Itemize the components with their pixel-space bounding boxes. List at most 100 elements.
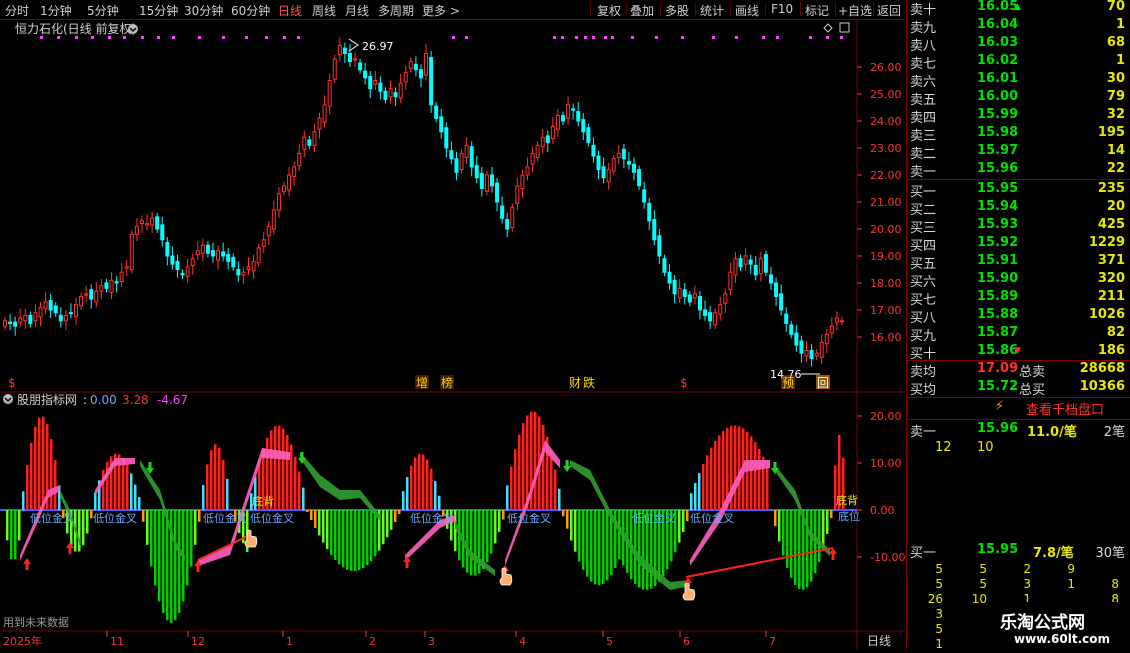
event-marker[interactable]: $ <box>8 376 16 390</box>
event-marker[interactable]: 财 <box>569 376 581 390</box>
candle-body <box>185 266 190 277</box>
toolbar-divider <box>765 2 766 17</box>
level1000-button[interactable]: ⚡ 查看千档盘口 <box>907 398 1130 418</box>
histogram-bar <box>786 510 789 568</box>
signal-dot <box>762 36 765 39</box>
histogram-bar <box>142 510 145 522</box>
tab-more[interactable]: 更多 > <box>422 2 460 19</box>
draw-line-button[interactable]: 画线 <box>735 2 759 19</box>
price-tick-label: 19.00 <box>870 250 902 263</box>
candle-body <box>74 304 79 318</box>
bid-row[interactable]: 买三 15.93 425 <box>907 217 1130 236</box>
candle-body <box>119 271 124 283</box>
ask-row[interactable]: 卖七 16.02 1 <box>907 53 1130 72</box>
bid-row[interactable]: 买五 15.91 371 <box>907 253 1130 272</box>
kline-chart[interactable]: 恒力石化(日线 前复权) 26.0025.0024.0023.0022.0021… <box>0 20 905 650</box>
period-label[interactable]: 日线 <box>867 634 891 648</box>
ask-row[interactable]: 卖五 16.00 79 <box>907 89 1130 108</box>
histogram-bar <box>346 510 349 570</box>
tab-fenshi[interactable]: 分时 <box>5 2 29 19</box>
bid1-queue-item: 5 <box>935 577 943 591</box>
tab-15min[interactable]: 15分钟 <box>139 2 178 19</box>
f10-button[interactable]: F10 <box>771 2 793 16</box>
histogram-bar <box>618 510 621 560</box>
ask-row[interactable]: 卖八 16.03 68 <box>907 35 1130 54</box>
histogram-bar <box>794 510 797 585</box>
add-watchlist-button[interactable]: +自选 <box>838 2 872 19</box>
arrow-up-icon <box>829 548 837 560</box>
candle-body <box>28 314 33 324</box>
high-price-label: 26.97 <box>362 40 394 53</box>
indicator-dropdown-icon[interactable] <box>3 394 13 404</box>
ask-row[interactable]: 卖三 15.98 195 <box>907 125 1130 144</box>
overlay-button[interactable]: 叠加 <box>630 2 654 19</box>
candle-body <box>48 300 53 311</box>
mark-button[interactable]: 标记 <box>805 2 829 19</box>
candle-body <box>637 169 642 187</box>
bid1-queue-item: 3 <box>1023 577 1031 591</box>
multi-stock-button[interactable]: 多股 <box>665 2 689 19</box>
candle-body <box>449 150 454 160</box>
ask-row[interactable]: 卖二 15.97 14 <box>907 143 1130 162</box>
event-marker[interactable]: $ <box>680 376 688 390</box>
ask1-price: 15.96 <box>977 421 1019 436</box>
histogram-bar <box>178 510 181 614</box>
toolbar-divider <box>695 2 696 17</box>
diamond-icon[interactable] <box>823 23 833 33</box>
event-marker[interactable]: 跌 <box>583 375 595 390</box>
candle-body <box>774 282 779 297</box>
bid-row[interactable]: 买九 15.87 82 <box>907 325 1130 344</box>
event-marker[interactable]: 增 <box>416 376 428 390</box>
bid-price: 15.92 <box>977 235 1019 250</box>
bid-row[interactable]: 买一 15.95 235 <box>907 181 1130 200</box>
fuquan-button[interactable]: 复权 <box>597 2 621 19</box>
avg-bid-label: 买均 <box>910 383 937 398</box>
histogram-bar <box>82 510 85 546</box>
indicator-name[interactable]: 股朋指标网 <box>17 392 77 407</box>
ask-row[interactable]: 卖四 15.99 32 <box>907 107 1130 126</box>
event-marker[interactable]: 榜 <box>441 375 453 390</box>
indicator-tick-label: 20.00 <box>870 410 902 423</box>
golden-cross-label: 低位金叉 <box>203 511 247 525</box>
tab-5min[interactable]: 5分钟 <box>87 2 119 19</box>
toolbar-divider <box>590 2 591 17</box>
tab-daily[interactable]: 日线 <box>278 2 302 19</box>
ask-row[interactable]: 卖一 15.96 22 <box>907 161 1130 180</box>
histogram-bar <box>486 510 489 563</box>
tab-60min[interactable]: 60分钟 <box>231 2 270 19</box>
bid-row[interactable]: 买二 15.94 20 <box>907 199 1130 218</box>
maximize-icon[interactable] <box>839 22 850 33</box>
bid-volume: 1026 <box>1088 307 1125 322</box>
tab-monthly[interactable]: 月线 <box>345 2 369 19</box>
ask-volume: 14 <box>1106 143 1125 158</box>
ask-row[interactable]: 卖六 16.01 30 <box>907 71 1130 90</box>
bid1-price: 15.95 <box>977 542 1019 557</box>
tab-30min[interactable]: 30分钟 <box>184 2 223 19</box>
ask1-label: 卖一 <box>910 425 937 440</box>
ask-row[interactable]: 卖九 16.04 1 <box>907 17 1130 36</box>
title-dropdown-icon[interactable] <box>128 24 138 34</box>
signal-dot <box>123 36 126 39</box>
ask-volume: 1 <box>1115 53 1125 68</box>
bid-row[interactable]: 买七 15.89 211 <box>907 289 1130 308</box>
histogram-bar <box>122 457 125 510</box>
histogram-bar <box>738 426 741 510</box>
chart-area[interactable]: 恒力石化(日线 前复权) 26.00 25.00 24.00 23.00 22.00 21… <box>0 20 905 650</box>
histogram-bar <box>410 465 413 510</box>
tab-multi-period[interactable]: 多周期 <box>378 2 414 19</box>
bid-level-label: 买二 <box>910 203 937 218</box>
histogram-bar <box>350 510 353 571</box>
back-button[interactable]: 返回 <box>877 2 901 19</box>
bid-row[interactable]: 买六 15.90 320 <box>907 271 1130 290</box>
stats-button[interactable]: 统计 <box>700 2 724 19</box>
tab-weekly[interactable]: 周线 <box>312 2 336 19</box>
bid-row[interactable]: 买四 15.92 1229 <box>907 235 1130 254</box>
candle-body <box>652 219 657 241</box>
candle-body <box>226 254 231 262</box>
histogram-bar <box>702 463 705 510</box>
event-marker[interactable]: 预 <box>782 376 794 390</box>
histogram-bar <box>438 495 441 510</box>
event-marker[interactable]: 回 <box>817 376 829 390</box>
bid-row[interactable]: 买八 15.88 1026 <box>907 307 1130 326</box>
tab-1min[interactable]: 1分钟 <box>40 2 72 19</box>
